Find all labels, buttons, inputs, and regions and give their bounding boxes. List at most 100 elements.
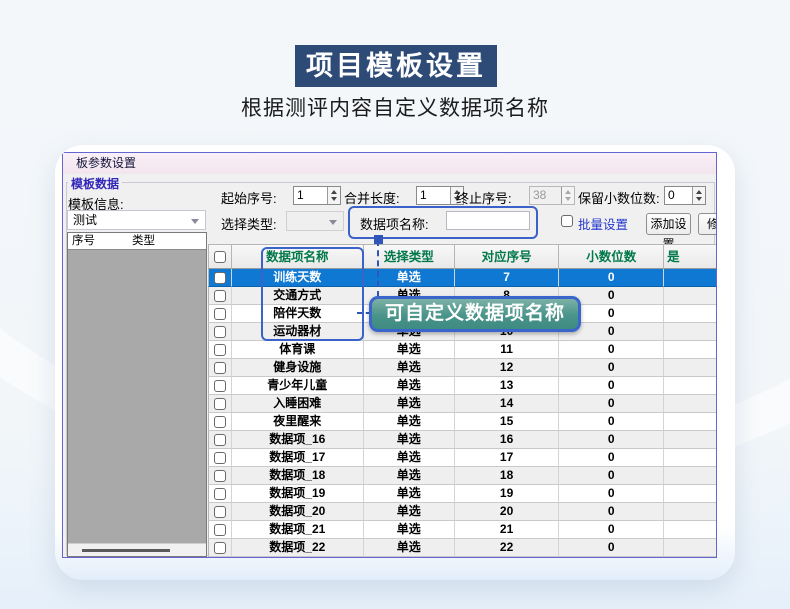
decimals-value[interactable]: 0 bbox=[665, 187, 692, 204]
table-row[interactable]: 数据项_23单选230 bbox=[208, 557, 717, 558]
row-checkbox-cell[interactable] bbox=[208, 485, 232, 503]
row-checkbox-cell[interactable] bbox=[208, 323, 232, 341]
merge-length-value[interactable]: 1 bbox=[417, 187, 450, 204]
start-seq-value[interactable]: 1 bbox=[294, 187, 327, 204]
row-checkbox[interactable] bbox=[214, 488, 226, 500]
cell-sequence: 15 bbox=[455, 413, 560, 431]
table-row[interactable]: 数据项_21单选210 bbox=[208, 521, 717, 539]
cell-sequence: 22 bbox=[455, 539, 560, 557]
cell-partial bbox=[664, 413, 717, 431]
select-all-checkbox-cell[interactable] bbox=[208, 244, 232, 269]
cell-partial bbox=[664, 539, 717, 557]
row-checkbox[interactable] bbox=[214, 308, 226, 320]
row-checkbox[interactable] bbox=[214, 362, 226, 374]
cell-sequence: 11 bbox=[455, 341, 560, 359]
cell-item-name: 体育课 bbox=[232, 341, 364, 359]
cell-sequence: 12 bbox=[455, 359, 560, 377]
chevron-down-icon bbox=[191, 219, 199, 224]
row-checkbox-cell[interactable] bbox=[208, 413, 232, 431]
column-header[interactable]: 小数位数 bbox=[559, 244, 664, 269]
page: 项目模板设置 根据测评内容自定义数据项名称 板参数设置 模板数据 模板信息: 测… bbox=[0, 0, 790, 609]
table-row[interactable]: 数据项_22单选220 bbox=[208, 539, 717, 557]
table-row[interactable]: 数据项_17单选170 bbox=[208, 449, 717, 467]
row-checkbox-cell[interactable] bbox=[208, 467, 232, 485]
cell-item-name: 数据项_19 bbox=[232, 485, 364, 503]
list-horizontal-scrollbar[interactable] bbox=[68, 543, 206, 556]
scrollbar-thumb[interactable] bbox=[82, 549, 170, 552]
cell-partial bbox=[664, 359, 717, 377]
row-checkbox[interactable] bbox=[214, 506, 226, 518]
row-checkbox-cell[interactable] bbox=[208, 449, 232, 467]
row-checkbox-cell[interactable] bbox=[208, 539, 232, 557]
cell-decimals: 0 bbox=[559, 539, 664, 557]
row-checkbox[interactable] bbox=[214, 344, 226, 356]
custom-name-callout: 可自定义数据项名称 bbox=[369, 296, 581, 332]
cell-partial bbox=[664, 557, 717, 558]
row-checkbox-cell[interactable] bbox=[208, 395, 232, 413]
table-row[interactable]: 体育课单选110 bbox=[208, 341, 717, 359]
table-row[interactable]: 数据项_19单选190 bbox=[208, 485, 717, 503]
row-checkbox[interactable] bbox=[214, 452, 226, 464]
add-setting-button[interactable]: 添加设置 bbox=[646, 213, 691, 235]
row-checkbox[interactable] bbox=[214, 272, 226, 284]
row-checkbox[interactable] bbox=[214, 290, 226, 302]
cell-decimals: 0 bbox=[559, 431, 664, 449]
template-select[interactable]: 测试 bbox=[67, 210, 206, 230]
cell-item-name: 数据项_16 bbox=[232, 431, 364, 449]
row-checkbox[interactable] bbox=[214, 434, 226, 446]
cell-item-name: 数据项_23 bbox=[232, 557, 364, 558]
cell-select-type: 单选 bbox=[364, 449, 455, 467]
table-row[interactable]: 数据项_20单选200 bbox=[208, 503, 717, 521]
cell-partial bbox=[664, 485, 717, 503]
row-checkbox-cell[interactable] bbox=[208, 287, 232, 305]
table-row[interactable]: 夜里醒来单选150 bbox=[208, 413, 717, 431]
row-checkbox[interactable] bbox=[214, 398, 226, 410]
row-checkbox-cell[interactable] bbox=[208, 557, 232, 558]
cell-select-type: 单选 bbox=[364, 359, 455, 377]
cell-decimals: 0 bbox=[559, 449, 664, 467]
table-row[interactable]: 健身设施单选120 bbox=[208, 359, 717, 377]
cell-item-name: 数据项_20 bbox=[232, 503, 364, 521]
row-checkbox-cell[interactable] bbox=[208, 305, 232, 323]
batch-checkbox[interactable] bbox=[561, 215, 573, 227]
cell-select-type: 单选 bbox=[364, 503, 455, 521]
cell-item-name: 数据项_17 bbox=[232, 449, 364, 467]
select-type-dropdown[interactable] bbox=[286, 211, 344, 231]
select-all-checkbox[interactable] bbox=[214, 251, 226, 263]
cell-decimals: 0 bbox=[559, 341, 664, 359]
table-row[interactable]: 数据项_16单选160 bbox=[208, 431, 717, 449]
connector-anchor bbox=[374, 235, 383, 244]
row-checkbox[interactable] bbox=[214, 470, 226, 482]
row-checkbox[interactable] bbox=[214, 542, 226, 554]
vertical-dashed-connector bbox=[377, 240, 379, 297]
row-checkbox-cell[interactable] bbox=[208, 377, 232, 395]
table-row[interactable]: 入睡困难单选140 bbox=[208, 395, 717, 413]
row-checkbox-cell[interactable] bbox=[208, 341, 232, 359]
row-checkbox[interactable] bbox=[214, 380, 226, 392]
spinner-arrows-icon[interactable] bbox=[692, 187, 705, 204]
row-checkbox-cell[interactable] bbox=[208, 431, 232, 449]
cell-decimals: 0 bbox=[559, 413, 664, 431]
start-seq-spinner[interactable]: 1 bbox=[293, 186, 341, 205]
row-checkbox-cell[interactable] bbox=[208, 503, 232, 521]
column-header[interactable]: 对应序号 bbox=[455, 244, 560, 269]
cell-decimals: 0 bbox=[559, 485, 664, 503]
row-checkbox[interactable] bbox=[214, 416, 226, 428]
screenshot-card: 板参数设置 模板数据 模板信息: 测试 序号 类型 起始序号 bbox=[55, 145, 735, 580]
cell-item-name: 入睡困难 bbox=[232, 395, 364, 413]
cell-select-type: 单选 bbox=[364, 539, 455, 557]
end-seq-value: 38 bbox=[530, 187, 561, 204]
row-checkbox-cell[interactable] bbox=[208, 269, 232, 287]
sequence-type-list[interactable]: 序号 类型 bbox=[67, 232, 207, 557]
row-checkbox-cell[interactable] bbox=[208, 521, 232, 539]
table-row[interactable]: 数据项_18单选180 bbox=[208, 467, 717, 485]
row-checkbox[interactable] bbox=[214, 326, 226, 338]
decimals-spinner[interactable]: 0 bbox=[664, 186, 706, 205]
row-checkbox[interactable] bbox=[214, 524, 226, 536]
row-checkbox-cell[interactable] bbox=[208, 359, 232, 377]
spinner-arrows-icon[interactable] bbox=[327, 187, 340, 204]
modify-button[interactable]: 修改 bbox=[698, 213, 717, 235]
table-row[interactable]: 青少年儿童单选130 bbox=[208, 377, 717, 395]
cell-sequence: 14 bbox=[455, 395, 560, 413]
list-body-empty bbox=[68, 250, 206, 543]
